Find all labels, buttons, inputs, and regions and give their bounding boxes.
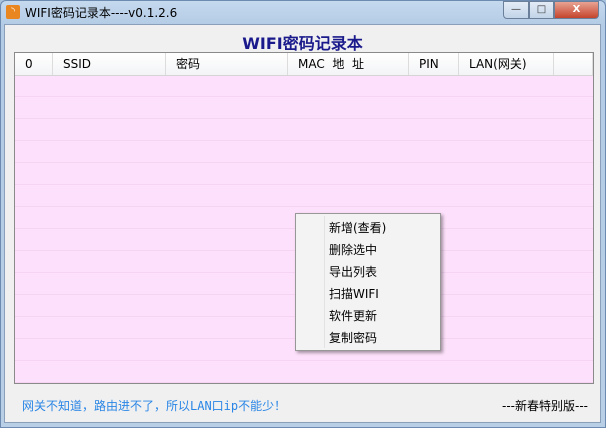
minimize-button[interactable]: — <box>503 1 529 19</box>
menu-item-export-list[interactable]: 导出列表 <box>296 261 440 283</box>
page-title: WIFI密码记录本 <box>242 34 363 53</box>
menu-item-scan-wifi[interactable]: 扫描WIFI <box>296 283 440 305</box>
column-header-ssid[interactable]: SSID <box>53 53 166 75</box>
column-header-lan[interactable]: LAN(网关) <box>459 53 554 75</box>
column-header-empty[interactable] <box>554 53 593 75</box>
menu-item-delete-selected[interactable]: 删除选中 <box>296 239 440 261</box>
context-menu: 新增(查看) 删除选中 导出列表 扫描WIFI 软件更新 复制密码 <box>295 213 441 351</box>
menu-item-software-update[interactable]: 软件更新 <box>296 305 440 327</box>
rss-app-icon: ◝ <box>6 5 20 19</box>
maximize-button[interactable]: □ <box>529 1 554 19</box>
footer-hint: 网关不知道，路由进不了，所以LAN口ip不能少！ <box>22 399 287 413</box>
column-header-mac[interactable]: MAC 地 址 <box>288 53 409 75</box>
title-bar: ◝ WIFI密码记录本----v0.1.2.6 — □ X <box>1 1 605 23</box>
menu-item-copy-password[interactable]: 复制密码 <box>296 327 440 349</box>
column-header-pin[interactable]: PIN <box>409 53 459 75</box>
close-button[interactable]: X <box>554 1 599 19</box>
column-header-index[interactable]: 0 <box>15 53 53 75</box>
footer-edition: ---新春特别版--- <box>502 399 588 413</box>
menu-item-add-view[interactable]: 新增(查看) <box>296 217 440 239</box>
window-title: WIFI密码记录本----v0.1.2.6 <box>25 6 178 20</box>
list-header: 0 SSID 密码 MAC 地 址 PIN LAN(网关) <box>15 53 593 76</box>
column-header-password[interactable]: 密码 <box>166 53 288 75</box>
